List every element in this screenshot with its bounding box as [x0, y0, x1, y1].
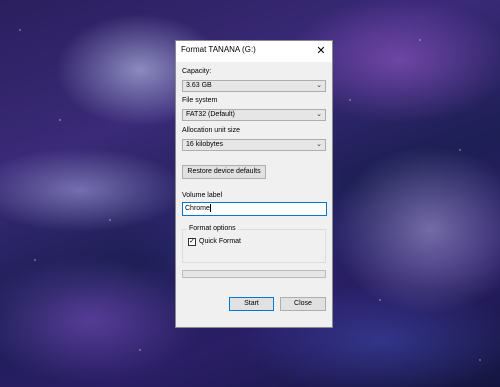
close-button[interactable]: Close [280, 297, 326, 311]
allocation-value: 16 kilobytes [186, 141, 223, 148]
chevron-down-icon: ⌄ [316, 141, 322, 148]
volume-label-value: Chrome [185, 205, 210, 212]
format-dialog: Format TANANA (G:) ✕ Capacity: 3.63 GB ⌄… [175, 40, 333, 328]
quick-format-label[interactable]: Quick Format [199, 238, 241, 245]
dialog-title: Format TANANA (G:) [181, 45, 256, 54]
format-options-group: Format options ✓ Quick Format [182, 225, 326, 263]
capacity-label: Capacity: [182, 68, 212, 75]
format-progress-bar [182, 270, 326, 278]
allocation-label: Allocation unit size [182, 127, 240, 134]
text-caret [209, 204, 211, 213]
restore-defaults-button[interactable]: Restore device defaults [182, 165, 266, 179]
volume-label-input[interactable]: Chrome [182, 202, 327, 216]
chevron-down-icon: ⌄ [316, 82, 322, 89]
quick-format-checkbox[interactable]: ✓ [188, 238, 196, 246]
capacity-select[interactable]: 3.63 GB ⌄ [182, 80, 326, 92]
file-system-select[interactable]: FAT32 (Default) ⌄ [182, 109, 326, 121]
capacity-value: 3.63 GB [186, 82, 212, 89]
volume-label-label: Volume label [182, 192, 223, 199]
file-system-label: File system [182, 97, 218, 104]
format-options-title: Format options [187, 225, 238, 232]
allocation-select[interactable]: 16 kilobytes ⌄ [182, 139, 326, 151]
chevron-down-icon: ⌄ [316, 111, 322, 118]
close-icon[interactable]: ✕ [312, 42, 330, 60]
title-bar: Format TANANA (G:) ✕ [176, 41, 332, 62]
start-button[interactable]: Start [229, 297, 274, 311]
file-system-value: FAT32 (Default) [186, 111, 235, 118]
checkmark-icon: ✓ [189, 238, 195, 245]
